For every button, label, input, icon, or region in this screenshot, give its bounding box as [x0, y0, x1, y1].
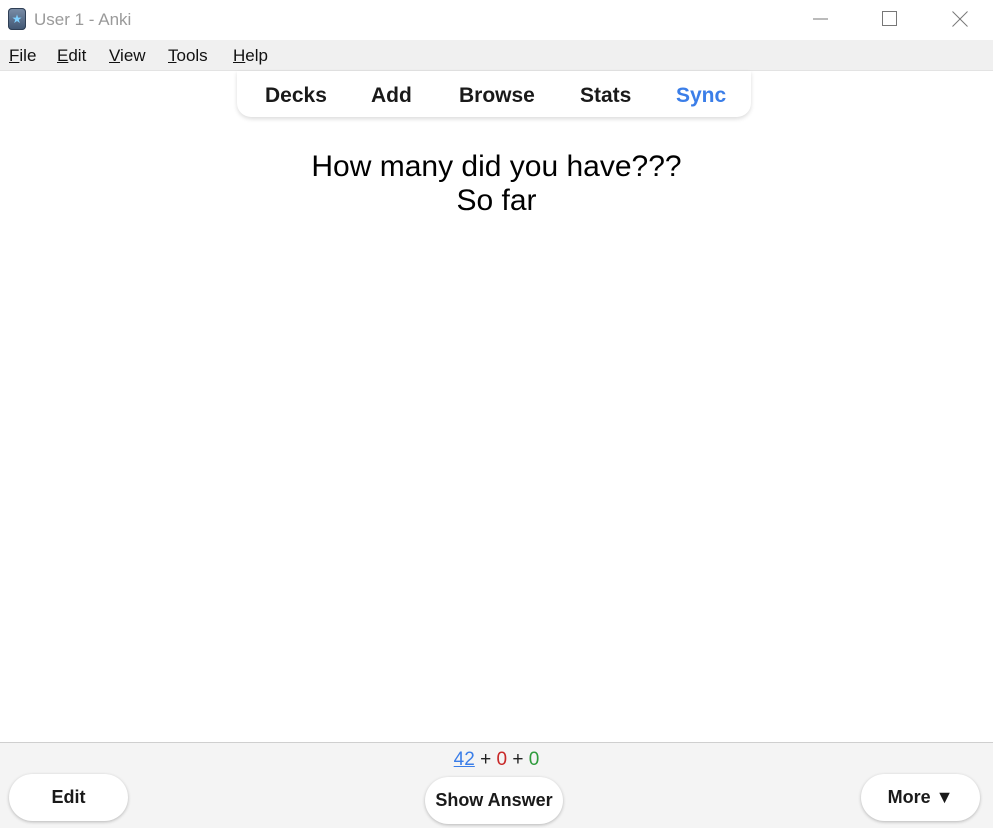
- toolbar-decks-link[interactable]: Decks: [265, 83, 327, 109]
- toolbar-sync-link[interactable]: Sync: [676, 83, 726, 109]
- show-answer-button[interactable]: Show Answer: [425, 777, 563, 824]
- menu-help-mnemonic: H: [233, 46, 246, 65]
- menu-file-mnemonic: F: [9, 46, 20, 65]
- new-count[interactable]: 42: [454, 749, 475, 770]
- main-toolbar: Decks Add Browse Stats Sync: [237, 71, 751, 117]
- menu-tools-label: ools: [176, 46, 208, 65]
- menu-edit-label: dit: [68, 46, 87, 65]
- edit-button[interactable]: Edit: [9, 774, 128, 821]
- menu-tools[interactable]: Tools: [168, 46, 208, 66]
- toolbar-stats-link[interactable]: Stats: [580, 83, 631, 109]
- menu-edit[interactable]: Edit: [57, 46, 86, 66]
- toolbar-browse-link[interactable]: Browse: [459, 83, 535, 109]
- toolbar-add-link[interactable]: Add: [371, 83, 412, 109]
- menu-file[interactable]: File: [9, 46, 36, 66]
- maximize-icon: [882, 11, 897, 26]
- title-bar: ★ User 1 - Anki: [0, 0, 993, 40]
- anki-main-window: ★ User 1 - Anki File Edit View Tools Hel…: [0, 0, 993, 828]
- review-bottom-bar: 42 + 0 + 0 Edit Show Answer More ▼: [0, 742, 993, 828]
- learn-count: 0: [496, 749, 508, 770]
- anki-app-icon: ★: [8, 8, 26, 30]
- menu-tools-mnemonic: T: [168, 46, 177, 65]
- menu-view[interactable]: View: [109, 46, 146, 66]
- window-title: User 1 - Anki: [34, 10, 132, 29]
- menu-edit-mnemonic: E: [57, 46, 69, 65]
- due-counts: 42 + 0 + 0: [0, 749, 993, 771]
- close-button[interactable]: [937, 0, 983, 38]
- menu-view-mnemonic: V: [109, 46, 121, 65]
- minimize-icon: [813, 18, 828, 20]
- review-count: 0: [528, 749, 540, 770]
- count-separator: +: [512, 749, 524, 770]
- card-question-line-2: So far: [456, 184, 537, 217]
- close-icon: [952, 11, 968, 27]
- menu-help-label: elp: [245, 46, 268, 65]
- card-question: How many did you have??? So far: [0, 150, 993, 218]
- minimize-button[interactable]: [798, 0, 844, 38]
- menu-help[interactable]: Help: [233, 46, 268, 66]
- maximize-button[interactable]: [867, 0, 913, 38]
- star-icon: ★: [11, 12, 23, 26]
- menu-file-label: ile: [19, 46, 37, 65]
- count-separator: +: [480, 749, 492, 770]
- menu-view-label: iew: [120, 46, 146, 65]
- card-question-line-1: How many did you have???: [311, 150, 682, 183]
- menu-bar: File Edit View Tools Help: [0, 40, 993, 71]
- more-button[interactable]: More ▼: [861, 774, 980, 821]
